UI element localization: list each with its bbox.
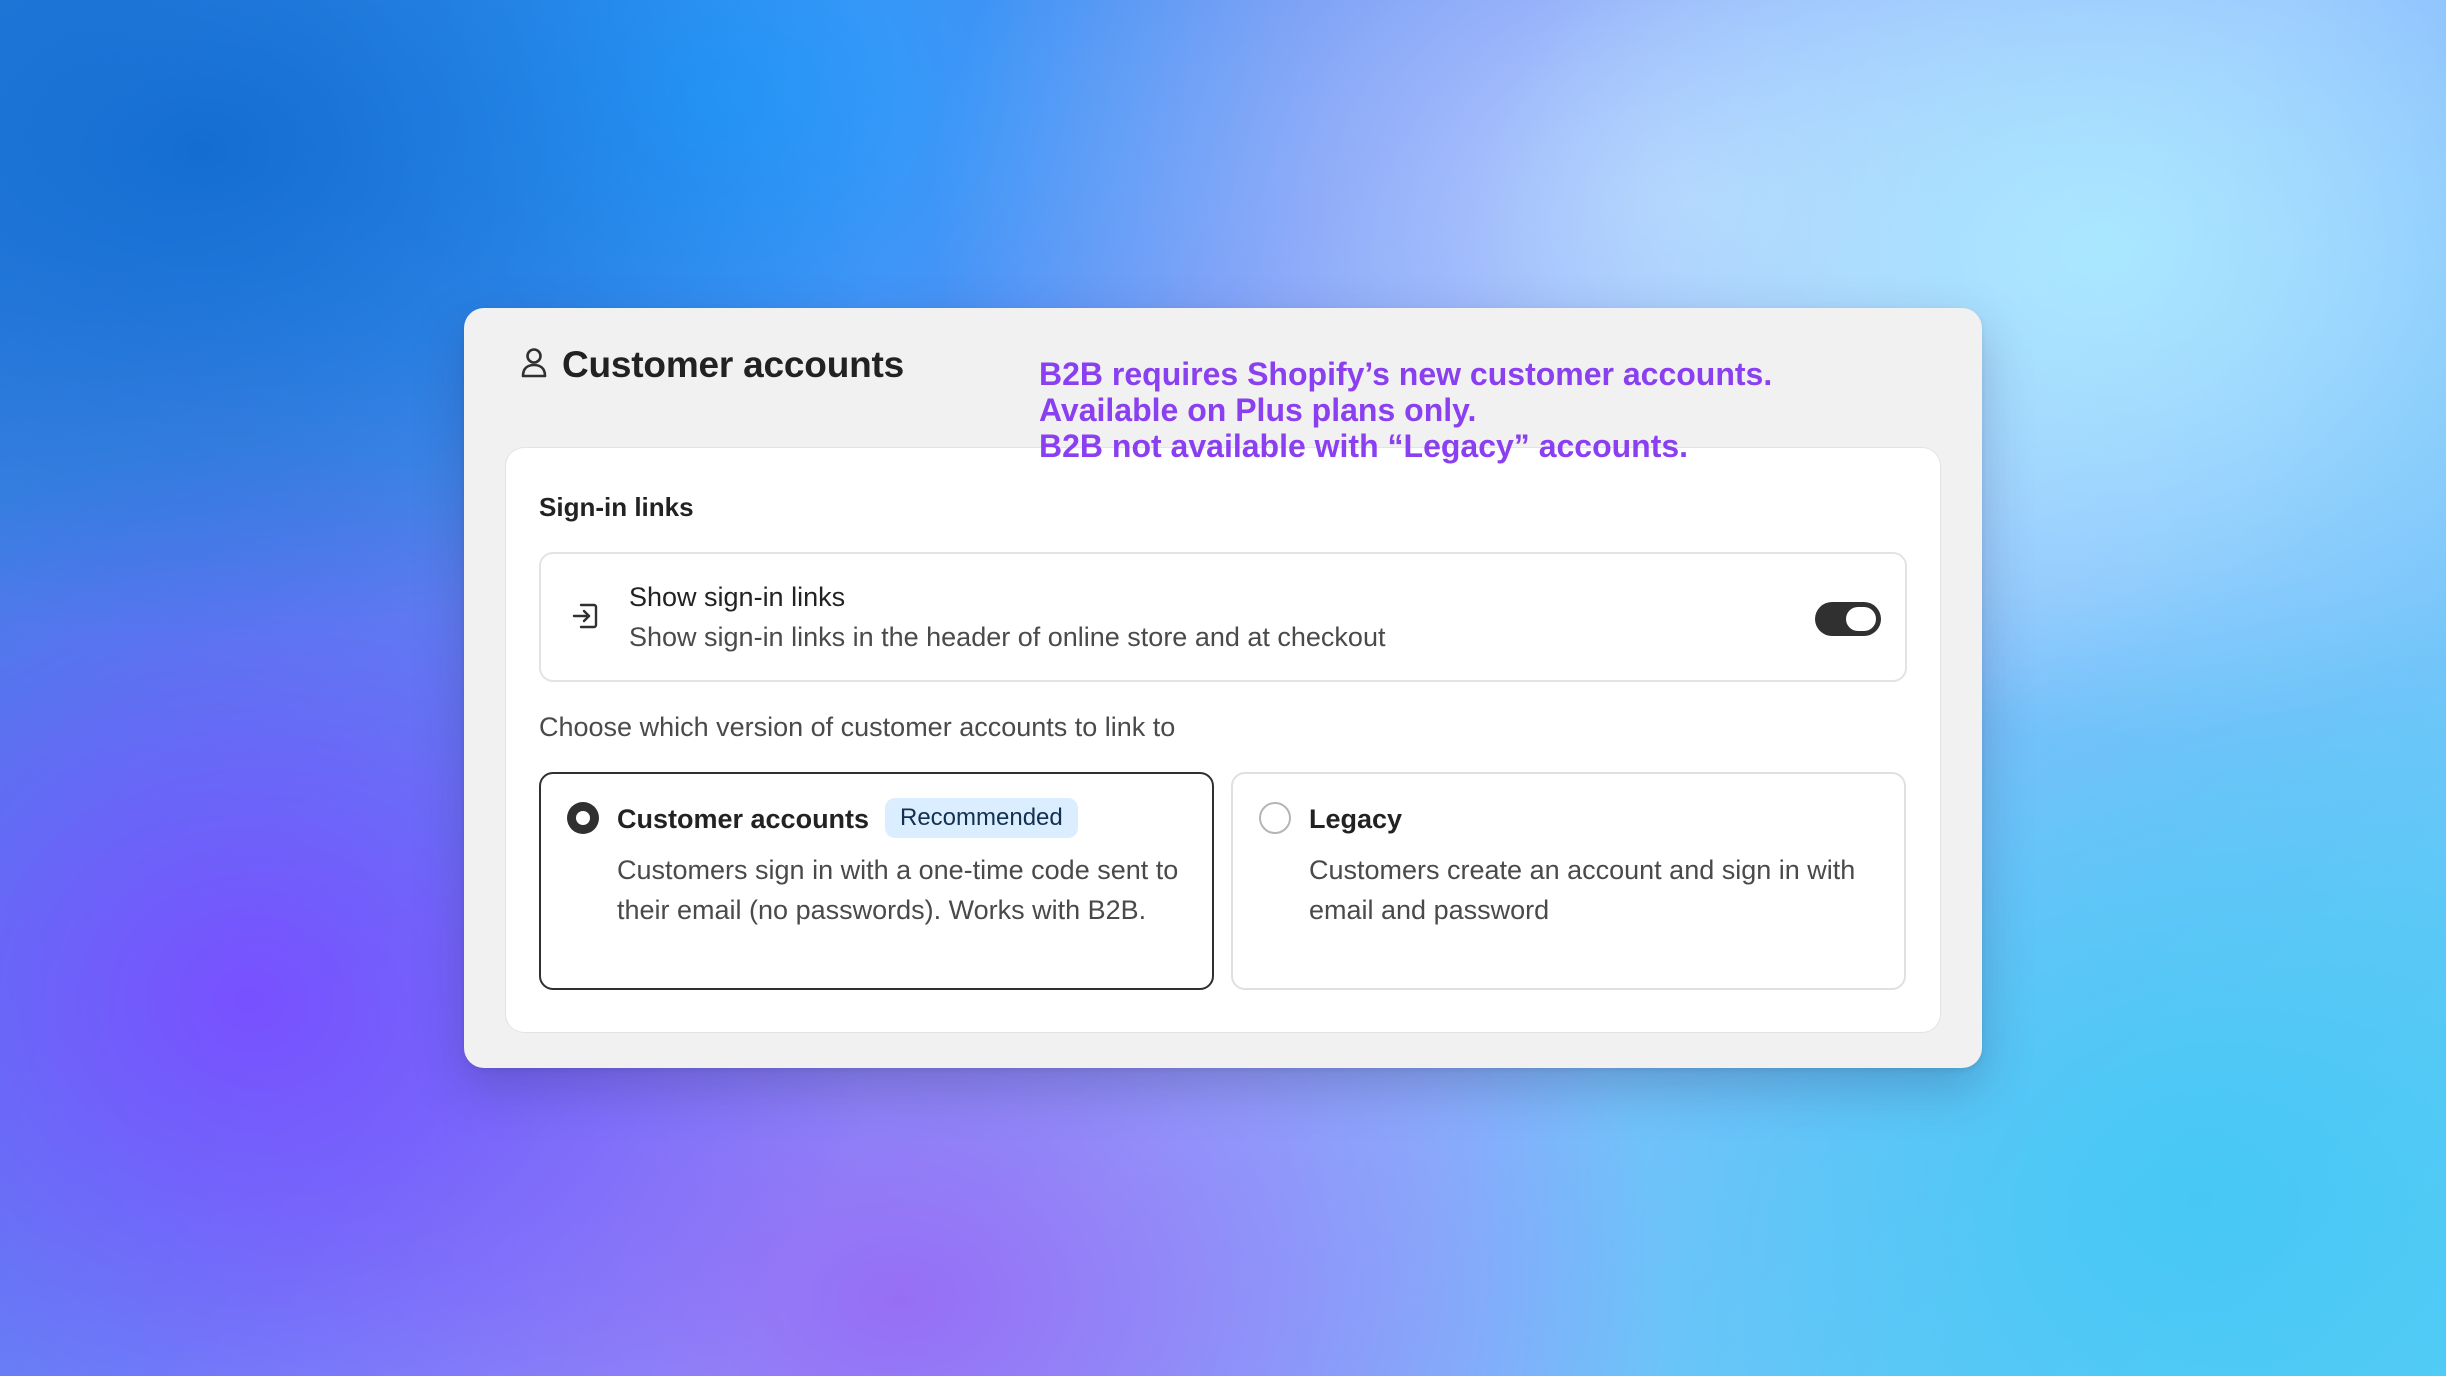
toggle-knob <box>1846 607 1876 631</box>
card-title: Customer accounts <box>562 344 905 385</box>
section-title: Sign-in links <box>539 492 694 522</box>
option-legacy[interactable]: Legacy Customers create an account and s… <box>1231 772 1906 990</box>
radio-customer-accounts[interactable] <box>567 802 599 834</box>
option-description: Customers sign in with a one-time code s… <box>617 855 1179 925</box>
sign-in-links-toggle[interactable] <box>1815 602 1881 636</box>
option-title: Customer accounts <box>617 804 870 834</box>
option-customer-accounts[interactable]: Customer accounts Recommended Customers … <box>539 772 1214 990</box>
row-description: Show sign-in links in the header of onli… <box>629 622 1386 652</box>
sign-in-icon <box>569 600 601 637</box>
annotation-line: B2B requires Shopify’s new customer acco… <box>1039 356 1773 392</box>
radio-legacy[interactable] <box>1259 802 1291 834</box>
option-title: Legacy <box>1309 804 1403 834</box>
annotation-line: Available on Plus plans only. <box>1039 392 1477 428</box>
row-title: Show sign-in links <box>629 582 846 612</box>
sign-in-links-section: Sign-in links Show sign-in links Show si… <box>506 448 1940 1032</box>
b2b-annotation: B2B requires Shopify’s new customer acco… <box>1039 356 1772 464</box>
person-icon <box>520 347 548 384</box>
option-description: Customers create an account and sign in … <box>1309 855 1856 925</box>
annotation-line: B2B not available with “Legacy” accounts… <box>1039 428 1689 464</box>
choose-version-label: Choose which version of customer account… <box>539 712 1176 742</box>
recommended-badge: Recommended <box>885 798 1078 838</box>
show-sign-in-links-row: Show sign-in links Show sign-in links in… <box>539 552 1907 682</box>
card-header: Customer accounts <box>520 344 904 386</box>
